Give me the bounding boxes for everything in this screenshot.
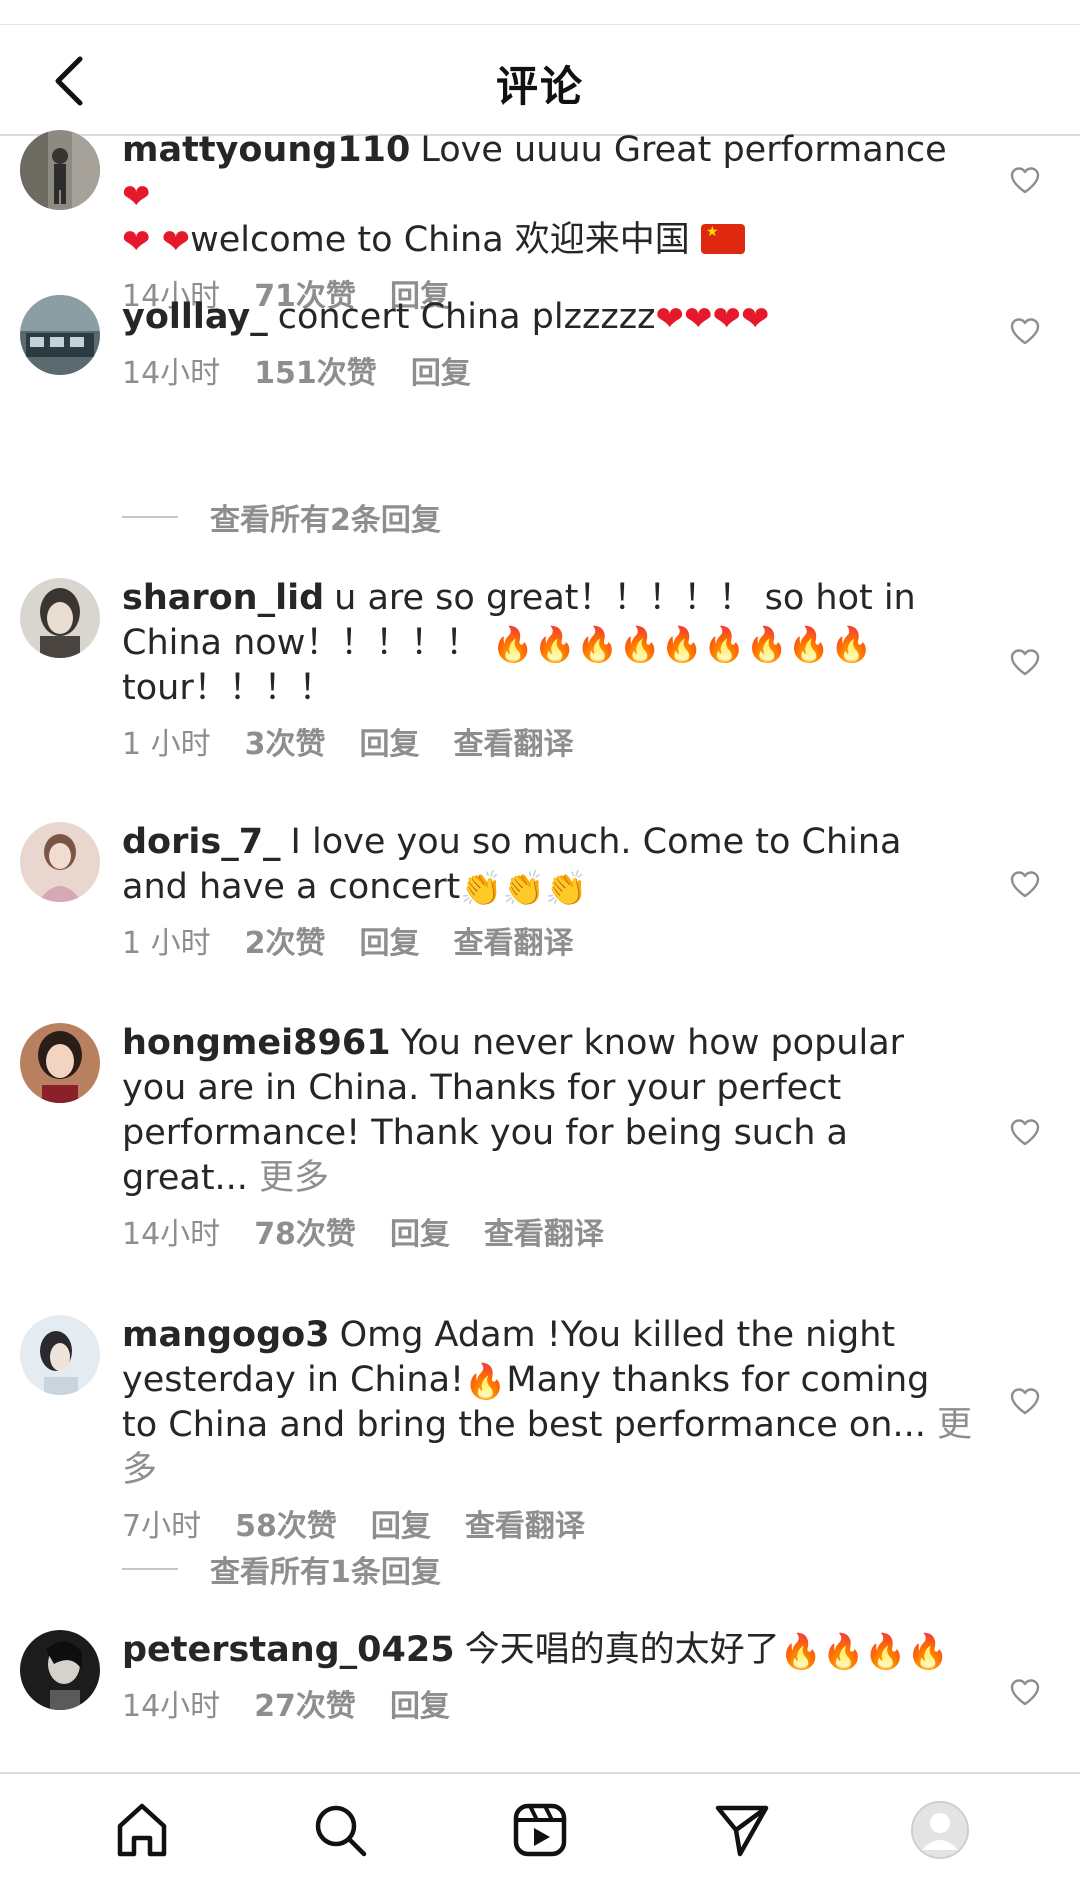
fire-emoji: 🔥🔥🔥🔥🔥🔥🔥🔥🔥	[491, 625, 873, 665]
reply-button[interactable]: 回复	[390, 1681, 450, 1725]
nav-search[interactable]	[310, 1800, 370, 1860]
like-count[interactable]: 3次赞	[245, 719, 326, 763]
avatar[interactable]	[20, 1630, 100, 1710]
avatar[interactable]	[20, 1315, 100, 1395]
comment-text: hongmei8961 You never know how popular yo…	[122, 1021, 972, 1201]
username[interactable]: mangogo3	[122, 1315, 330, 1355]
divider	[122, 516, 178, 518]
avatar[interactable]	[20, 295, 100, 375]
comment-meta: 7小时 58次赞 回复 查看翻译	[122, 1501, 972, 1545]
view-replies-label: 查看所有2条回复	[210, 503, 441, 538]
comment-meta: 1 小时 2次赞 回复 查看翻译	[122, 918, 972, 962]
reels-icon	[513, 1803, 567, 1857]
username[interactable]: yolllay_	[122, 297, 268, 337]
translate-button[interactable]: 查看翻译	[465, 1501, 585, 1545]
comment-text: mangogo3 Omg Adam !You killed the night y…	[122, 1313, 972, 1493]
comment-body: tour！！！！	[122, 668, 334, 708]
clap-emoji: 👏👏👏	[460, 869, 588, 909]
timestamp: 7小时	[122, 1509, 202, 1544]
reply-button[interactable]: 回复	[360, 918, 420, 962]
like-count[interactable]: 58次赞	[235, 1501, 337, 1545]
fire-emoji: 🔥	[464, 1362, 507, 1402]
translate-button[interactable]: 查看翻译	[454, 719, 574, 763]
comment-text: yolllay_ concert China plzzzzz❤❤❤❤	[122, 295, 972, 340]
username[interactable]: peterstang_0425	[122, 1630, 455, 1670]
nav-profile[interactable]	[910, 1800, 970, 1860]
heart-outline-icon[interactable]	[1010, 1387, 1040, 1415]
like-count[interactable]: 78次赞	[254, 1209, 356, 1253]
avatar[interactable]	[20, 822, 100, 902]
china-flag-icon	[700, 224, 745, 254]
avatar[interactable]	[20, 578, 100, 658]
reply-button[interactable]: 回复	[360, 719, 420, 763]
comment-meta: 14小时 151次赞 回复	[122, 348, 972, 392]
timestamp: 14小时	[122, 356, 221, 391]
username[interactable]: hongmei8961	[122, 1023, 391, 1063]
top-bar: 评论	[0, 24, 1080, 136]
translate-button[interactable]: 查看翻译	[484, 1209, 604, 1253]
comment-body	[151, 220, 162, 260]
comment-body: 今天唱的真的太好了	[464, 1630, 780, 1670]
page-title: 评论	[495, 62, 584, 111]
heart-emoji: ❤	[122, 177, 151, 217]
timestamp: 14小时	[122, 1217, 221, 1252]
username[interactable]: sharon_lid	[122, 578, 324, 618]
send-icon	[715, 1805, 769, 1857]
view-replies-label: 查看所有1条回复	[210, 1555, 441, 1590]
avatar[interactable]	[20, 130, 100, 210]
home-icon	[117, 1803, 167, 1857]
search-icon	[315, 1805, 367, 1857]
divider	[122, 1568, 178, 1570]
translate-button[interactable]: 查看翻译	[454, 918, 574, 962]
heart-outline-icon[interactable]	[1010, 166, 1040, 194]
comment-body: concert China plzzzzz	[277, 297, 656, 337]
comment-body: welcome to China 欢迎来中国	[190, 220, 701, 260]
nav-reels[interactable]	[510, 1800, 570, 1860]
username[interactable]: doris_7_	[122, 822, 281, 862]
reply-button[interactable]: 回复	[371, 1501, 431, 1545]
timestamp: 1 小时	[122, 926, 211, 961]
fire-emoji: 🔥🔥🔥🔥	[779, 1632, 949, 1672]
username[interactable]: mattyoung110	[122, 130, 410, 170]
heart-outline-icon[interactable]	[1010, 317, 1040, 345]
view-replies-button[interactable]: 查看所有1条回复	[122, 1547, 441, 1591]
timestamp: 14小时	[122, 1689, 221, 1724]
heart-outline-icon[interactable]	[1010, 1678, 1040, 1706]
like-count[interactable]: 2次赞	[245, 918, 326, 962]
heart-emoji: ❤❤❤❤	[655, 299, 770, 339]
comment-meta: 14小时 78次赞 回复 查看翻译	[122, 1209, 972, 1253]
comment-meta: 1 小时 3次赞 回复 查看翻译	[122, 719, 972, 763]
heart-outline-icon[interactable]	[1010, 1118, 1040, 1146]
heart-emoji: ❤	[161, 222, 191, 262]
like-count[interactable]: 27次赞	[254, 1681, 356, 1725]
more-link[interactable]: 更多	[259, 1158, 329, 1198]
nav-home[interactable]	[112, 1800, 172, 1860]
comment-meta: 14小时 27次赞 回复	[122, 1681, 972, 1725]
nav-direct[interactable]	[712, 1800, 772, 1860]
bottom-nav-bar	[0, 1772, 1080, 1879]
heart-emoji: ❤	[122, 222, 151, 262]
profile-avatar-icon	[911, 1801, 969, 1859]
like-count[interactable]: 151次赞	[254, 348, 377, 392]
comment-body: Love uuuu Great performance	[420, 130, 947, 170]
comment-text: doris_7_ I love you so much. Come to Chin…	[122, 820, 972, 910]
heart-outline-icon[interactable]	[1010, 870, 1040, 898]
view-replies-button[interactable]: 查看所有2条回复	[122, 495, 441, 539]
reply-button[interactable]: 回复	[411, 348, 471, 392]
comment-text: peterstang_0425 今天唱的真的太好了🔥🔥🔥🔥	[122, 1628, 972, 1673]
reply-button[interactable]: 回复	[390, 1209, 450, 1253]
avatar[interactable]	[20, 1023, 100, 1103]
comment-text: sharon_lid u are so great！！！！！ so hot in …	[122, 576, 972, 711]
timestamp: 1 小时	[122, 727, 211, 762]
heart-outline-icon[interactable]	[1010, 648, 1040, 676]
comment-text: mattyoung110 Love uuuu Great performance …	[122, 128, 972, 263]
